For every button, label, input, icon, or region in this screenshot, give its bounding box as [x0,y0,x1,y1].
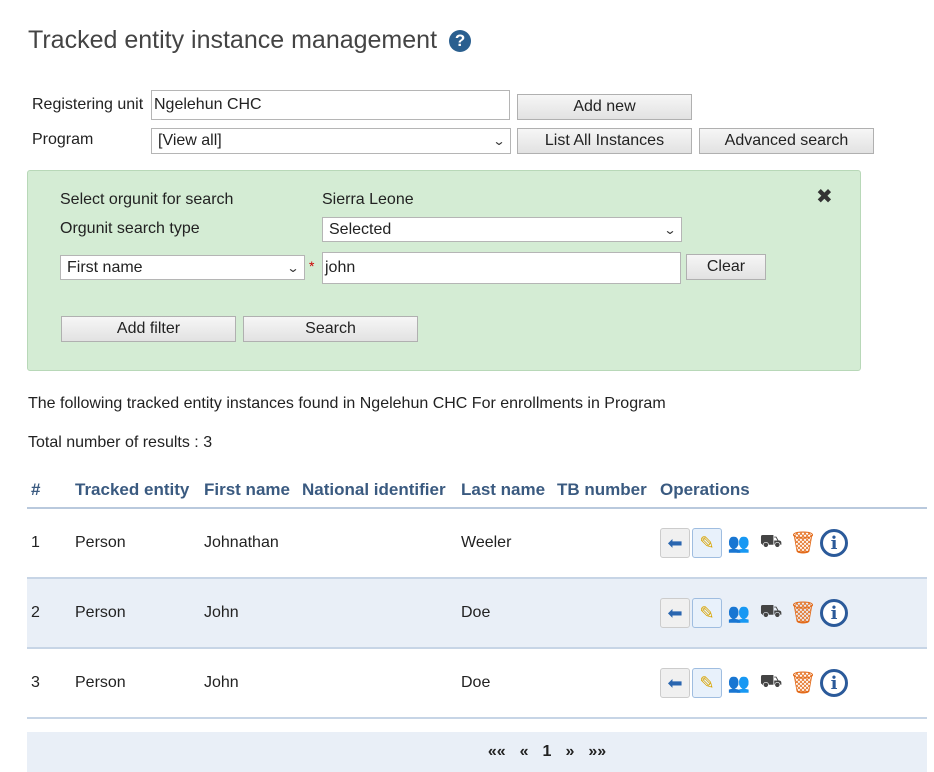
table-row[interactable]: 3 Person John Doe ⬅ ✎ 👥 ⛟ 🗑 i [27,648,927,719]
chevron-down-icon: ⌄ [286,260,300,275]
cell-operations: ⬅ ✎ 👥 ⛟ 🗑 i [656,648,927,719]
add-new-button[interactable]: Add new [517,94,692,120]
page-title-text: Tracked entity instance management [28,26,438,54]
relationship-icon[interactable]: 👥 [724,528,754,558]
cell-national-identifier [298,648,457,719]
cell-operations: ⬅ ✎ 👥 ⛟ 🗑 i [656,508,927,579]
edit-icon[interactable]: ✎ [692,528,722,558]
results-table: # Tracked entity First name National ide… [27,472,927,719]
search-button[interactable]: Search [243,316,418,342]
orgunit-search-label: Select orgunit for search [60,191,234,208]
cell-national-identifier [298,578,457,649]
cell-first-name: John [200,578,298,649]
registering-unit-label: Registering unit [32,96,144,113]
pagination: «« « 1 » »» [27,732,927,772]
column-header-last-name[interactable]: Last name [457,472,553,509]
info-icon[interactable]: i [820,669,848,697]
column-header-operations: Operations [656,472,927,509]
pager-current-page: 1 [542,743,552,760]
results-total: Total number of results : 3 [28,434,213,451]
cell-tracked-entity: Person [71,578,200,649]
pager-last[interactable]: »» [588,743,606,761]
go-back-icon[interactable]: ⬅ [660,668,690,698]
program-select-value: [View all] [158,132,222,149]
column-header-tracked-entity[interactable]: Tracked entity [71,472,200,509]
add-filter-button[interactable]: Add filter [61,316,236,342]
move-icon[interactable]: ⛟ [756,598,786,628]
move-icon[interactable]: ⛟ [756,668,786,698]
table-row[interactable]: 1 Person Johnathan Weeler ⬅ ✎ 👥 ⛟ 🗑 i [27,508,927,579]
cell-first-name: Johnathan [200,508,298,579]
program-label: Program [32,131,94,148]
go-back-icon[interactable]: ⬅ [660,528,690,558]
orgunit-search-type-label: Orgunit search type [60,220,200,237]
column-header-national-identifier[interactable]: National identifier [298,472,457,509]
page-title: Tracked entity instance management ? [28,26,472,55]
results-summary: The following tracked entity instances f… [28,395,666,412]
list-all-instances-button[interactable]: List All Instances [517,128,692,154]
cell-first-name: John [200,648,298,719]
cell-number: 2 [27,578,71,649]
cell-tb-number [553,578,656,649]
cell-tb-number [553,508,656,579]
cell-operations: ⬅ ✎ 👥 ⛟ 🗑 i [656,578,927,649]
registering-unit-field[interactable]: Ngelehun CHC [151,90,510,120]
pager-first[interactable]: «« [488,743,506,761]
search-type-select-value: Selected [329,220,392,238]
advanced-search-button[interactable]: Advanced search [699,128,874,154]
delete-icon[interactable]: 🗑 [788,528,818,558]
attribute-select-value: First name [67,258,143,276]
table-row[interactable]: 2 Person John Doe ⬅ ✎ 👥 ⛟ 🗑 i [27,578,927,649]
edit-icon[interactable]: ✎ [692,598,722,628]
orgunit-search-value: Sierra Leone [322,191,414,208]
cell-last-name: Doe [457,578,553,649]
column-header-number: # [27,472,71,509]
required-marker: * [309,258,315,274]
cell-tb-number [553,648,656,719]
clear-button[interactable]: Clear [686,254,766,280]
info-icon[interactable]: i [820,529,848,557]
column-header-tb-number[interactable]: TB number [553,472,656,509]
cell-last-name: Doe [457,648,553,719]
orgunit-search-type-select[interactable]: Selected ⌄ [322,217,682,242]
go-back-icon[interactable]: ⬅ [660,598,690,628]
info-icon[interactable]: i [820,599,848,627]
program-select[interactable]: [View all] ⌄ [151,128,511,154]
cell-number: 3 [27,648,71,719]
move-icon[interactable]: ⛟ [756,528,786,558]
search-query-input[interactable]: john [322,252,681,284]
table-header-row: # Tracked entity First name National ide… [27,472,927,509]
cell-tracked-entity: Person [71,508,200,579]
cell-tracked-entity: Person [71,648,200,719]
relationship-icon[interactable]: 👥 [724,598,754,628]
pager-next[interactable]: » [565,743,574,761]
chevron-down-icon: ⌄ [663,222,677,237]
delete-icon[interactable]: 🗑 [788,598,818,628]
help-icon[interactable]: ? [449,29,472,52]
edit-icon[interactable]: ✎ [692,668,722,698]
chevron-down-icon: ⌄ [492,134,506,148]
pager-prev[interactable]: « [520,743,529,761]
column-header-first-name[interactable]: First name [200,472,298,509]
cell-last-name: Weeler [457,508,553,579]
cell-number: 1 [27,508,71,579]
attribute-select[interactable]: First name ⌄ [60,255,305,280]
relationship-icon[interactable]: 👥 [724,668,754,698]
cell-national-identifier [298,508,457,579]
delete-icon[interactable]: 🗑 [788,668,818,698]
close-icon[interactable]: ✖ [816,184,833,209]
